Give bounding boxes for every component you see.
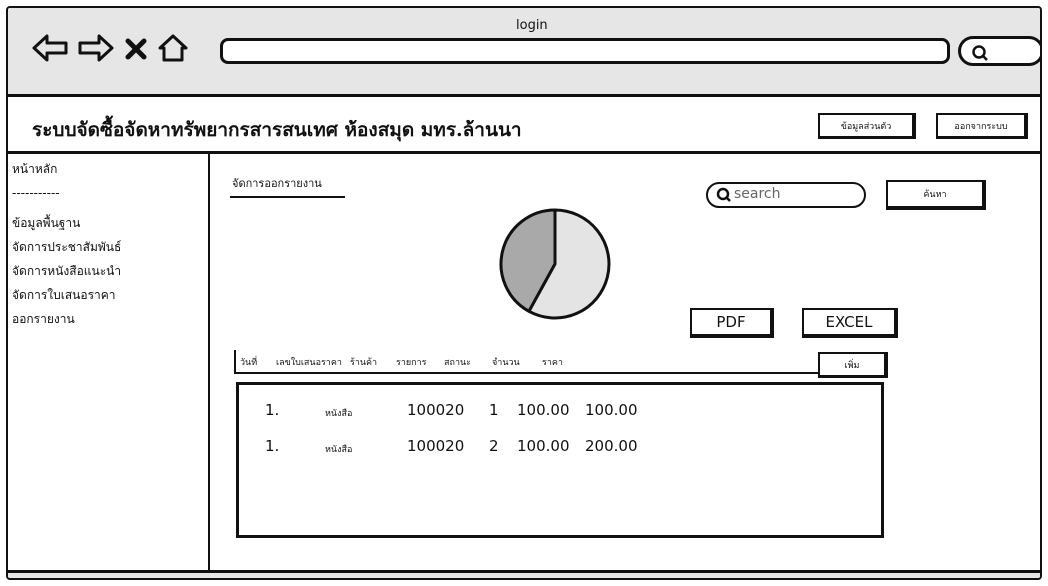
sidebar-item-master-data[interactable]: ข้อมูลพื้นฐาน [12,214,80,233]
browser-search-box[interactable] [958,36,1040,66]
back-arrow-icon[interactable] [30,32,70,64]
search-placeholder: search [734,186,781,202]
report-pie-chart [499,208,611,320]
column-header-item: รายการ [396,358,427,368]
sidebar: หน้าหลัก ----------- ข้อมูลพื้นฐาน จัดกา… [8,154,210,570]
column-header-date: วันที่ [240,358,258,368]
sidebar-item-home[interactable]: หน้าหลัก [12,160,57,179]
browser-window: login ระบบจัดซื้อจัดหาทรัพยากรสารสนเทศ ห… [6,6,1042,580]
pdf-export-button[interactable]: PDF [690,308,774,338]
find-button[interactable]: ค้นหา [886,180,986,210]
table-row[interactable]: 1. หนังสือ 100020 1 100.00 100.00 [239,401,881,425]
column-header-store: ร้านค้า [350,358,378,368]
nav-icons [30,32,190,64]
row-code: 100020 [407,401,465,419]
row-code: 100020 [407,437,465,455]
add-button[interactable]: เพิ่ม [818,352,888,378]
row-unit-price: 100.00 [517,437,570,455]
excel-export-button[interactable]: EXCEL [802,308,898,338]
address-bar[interactable] [220,38,950,64]
table-body: 1. หนังสือ 100020 1 100.00 100.00 1. หนั… [236,382,884,538]
app-title: ระบบจัดซื้อจัดหาทรัพยากรสารสนเทศ ห้องสมุ… [32,119,522,141]
row-quantity: 2 [489,437,499,455]
logout-button[interactable]: ออกจากระบบ [936,113,1028,139]
row-unit-price: 100.00 [517,401,570,419]
sidebar-divider: ----------- [12,186,60,200]
sidebar-item-quotations[interactable]: จัดการใบเสนอราคา [12,286,116,305]
main-content: จัดการออกรายงาน search ค้นหา PDF EXCEL ว… [210,154,1040,570]
status-bar [8,570,1040,578]
home-icon[interactable] [156,32,190,64]
column-header-status: สถานะ [444,358,471,368]
column-header-price: ราคา [542,358,563,368]
sidebar-item-announcements[interactable]: จัดการประชาสัมพันธ์ [12,238,121,257]
row-item: หนังสือ [325,409,353,419]
row-number: 1. [265,437,280,455]
search-input[interactable]: search [706,182,866,208]
search-icon [716,187,732,207]
browser-toolbar: login [8,8,1040,97]
close-icon[interactable] [122,32,150,64]
sidebar-item-recommended-books[interactable]: จัดการหนังสือแนะนำ [12,262,121,281]
column-header-quotation-no: เลขใบเสนอราคา [276,358,342,368]
table-header: วันที่ เลขใบเสนอราคา ร้านค้า รายการ สถาน… [234,350,880,374]
row-total: 100.00 [585,401,638,419]
row-total: 200.00 [585,437,638,455]
sidebar-item-reports[interactable]: ออกรายงาน [12,310,75,329]
forward-arrow-icon[interactable] [76,32,116,64]
row-quantity: 1 [489,401,499,419]
profile-button[interactable]: ข้อมูลส่วนตัว [818,113,916,139]
row-item: หนังสือ [325,445,353,455]
window-title: login [516,18,548,33]
section-title: จัดการออกรายงาน [232,177,322,190]
column-header-quantity: จำนวน [492,358,520,368]
app-header: ระบบจัดซื้อจัดหาทรัพยากรสารสนเทศ ห้องสมุ… [8,97,1040,154]
row-number: 1. [265,401,280,419]
section-title-underline [230,196,345,198]
table-row[interactable]: 1. หนังสือ 100020 2 100.00 200.00 [239,437,881,461]
